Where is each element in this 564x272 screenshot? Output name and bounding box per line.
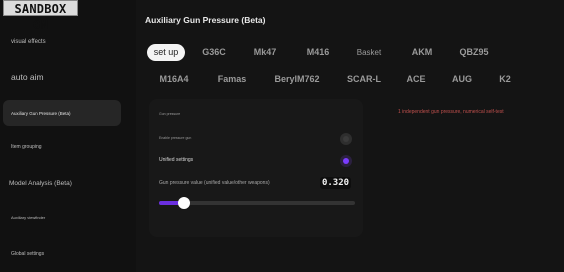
gun-pressure-label: Gun pressure bbox=[159, 112, 181, 116]
slider-thumb[interactable] bbox=[178, 197, 191, 209]
sidebar: SANDBOX ON visual effects auto aim Auxil… bbox=[0, 0, 136, 272]
gun-pressure-value-label: Gun pressure value (unified value/other … bbox=[159, 180, 270, 186]
tab-scar-l[interactable]: SCAR-L bbox=[341, 71, 387, 88]
unified-settings-toggle[interactable] bbox=[340, 155, 352, 167]
sidebar-item-label: visual effects bbox=[11, 39, 46, 45]
tab-mk47[interactable]: Mk47 bbox=[247, 44, 283, 61]
sandbox-badge: SANDBOX ON bbox=[3, 0, 78, 32]
independent-pressure-note: 1 independent gun pressure, numerical se… bbox=[398, 109, 504, 115]
unified-settings-label: Unified settings bbox=[159, 157, 194, 163]
enable-pressure-gun-label: Enable pressure gun bbox=[159, 136, 192, 140]
sidebar-item-model-analysis[interactable]: Model Analysis (Beta) bbox=[3, 175, 121, 191]
sidebar-item-auxiliary-gun-pressure[interactable]: Auxiliary Gun Pressure (Beta) bbox=[3, 100, 121, 126]
tab-basket[interactable]: Basket bbox=[350, 44, 388, 61]
sidebar-item-label: Item grouping bbox=[11, 144, 42, 150]
sidebar-item-auxiliary-viewfinder[interactable]: Auxiliary viewfinder bbox=[3, 211, 121, 223]
enable-pressure-gun-toggle[interactable] bbox=[340, 133, 352, 145]
sidebar-item-label: Global settings bbox=[11, 251, 45, 257]
tab-g36c[interactable]: G36C bbox=[196, 44, 232, 61]
sidebar-item-label: Auxiliary Gun Pressure (Beta) bbox=[11, 110, 71, 116]
toggle-knob bbox=[343, 136, 349, 142]
tab-m16a4[interactable]: M16A4 bbox=[152, 71, 196, 88]
tab-qbz95[interactable]: QBZ95 bbox=[452, 44, 496, 61]
gun-pressure-value-field[interactable]: 0.320 bbox=[320, 177, 351, 189]
sidebar-item-label: auto aim bbox=[11, 72, 44, 82]
tab-aug[interactable]: AUG bbox=[445, 71, 479, 88]
main-content: Auxiliary Gun Pressure (Beta) set up G36… bbox=[136, 0, 564, 272]
toggle-knob bbox=[343, 158, 349, 164]
sidebar-item-label: Auxiliary viewfinder bbox=[11, 214, 46, 220]
gun-pressure-slider[interactable] bbox=[159, 197, 355, 209]
tab-famas[interactable]: Famas bbox=[211, 71, 253, 88]
tab-k2[interactable]: K2 bbox=[493, 71, 517, 88]
tab-m416[interactable]: M416 bbox=[299, 44, 337, 61]
sidebar-item-label: Model Analysis (Beta) bbox=[9, 179, 72, 187]
tab-akm[interactable]: AKM bbox=[404, 44, 440, 61]
sidebar-item-item-grouping[interactable]: Item grouping bbox=[3, 140, 121, 154]
tab-berylm762[interactable]: BerylM762 bbox=[267, 71, 327, 88]
sidebar-item-visual-effects[interactable]: visual effects bbox=[3, 34, 121, 50]
sidebar-item-auto-aim[interactable]: auto aim bbox=[3, 68, 121, 86]
settings-panel: Gun pressure Enable pressure gun Unified… bbox=[149, 99, 363, 237]
tab-ace[interactable]: ACE bbox=[401, 71, 431, 88]
sidebar-item-global-settings[interactable]: Global settings bbox=[3, 247, 121, 261]
page-title: Auxiliary Gun Pressure (Beta) bbox=[145, 15, 266, 25]
tab-set-up[interactable]: set up bbox=[147, 44, 185, 61]
